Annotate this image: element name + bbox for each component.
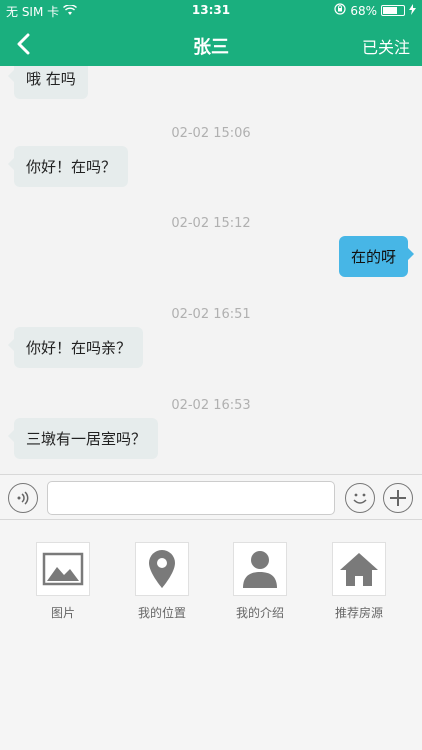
house-icon [340, 553, 378, 586]
battery-icon [381, 5, 405, 16]
action-panel: 图片 我的位置 我的介绍 推荐房源 [0, 520, 422, 750]
voice-icon [17, 491, 29, 505]
message-incoming[interactable]: 三墩有一居室吗？ [7, 418, 159, 459]
action-location[interactable]: 我的位置 [134, 542, 190, 621]
message-outgoing[interactable]: 在的呀 [338, 236, 415, 277]
message-incoming[interactable]: 你好！在吗亲？ [7, 327, 144, 368]
action-label: 推荐房源 [334, 606, 383, 620]
voice-button[interactable] [8, 483, 38, 513]
status-bar: 无 SIM 卡 13:31 68% [0, 0, 422, 22]
message-incoming[interactable]: 你好！在吗？ [7, 146, 129, 187]
emoji-icon [353, 493, 367, 504]
message-incoming[interactable]: 哦 在吗 [8, 66, 88, 99]
person-icon [243, 551, 277, 588]
nav-bar: 张三 已关注 [0, 22, 422, 66]
action-recommend[interactable]: 推荐房源 [331, 542, 387, 621]
page-title: 张三 [193, 37, 229, 58]
action-tile[interactable] [332, 542, 386, 596]
message-input[interactable] [47, 481, 335, 515]
action-tile[interactable] [233, 542, 287, 596]
action-tile[interactable] [135, 542, 189, 596]
message-timestamp: 02-02 15:12 [171, 216, 251, 231]
status-right: 68% [334, 3, 416, 18]
emoji-button[interactable] [345, 483, 375, 513]
action-label: 图片 [50, 606, 75, 620]
more-button[interactable] [383, 483, 413, 513]
message-timestamp: 02-02 15:06 [171, 126, 251, 141]
input-bar [0, 474, 422, 520]
battery-percent: 68% [350, 3, 377, 18]
follow-button[interactable]: 已关注 [362, 34, 410, 58]
message-timestamp: 02-02 16:53 [171, 398, 251, 413]
charging-icon [409, 3, 416, 18]
action-label: 我的介绍 [235, 606, 284, 620]
chat-area[interactable]: 哦 在吗 02-02 15:06 你好！在吗？ 02-02 15:12 在的呀 … [0, 66, 422, 474]
action-tile[interactable] [36, 542, 90, 596]
message-timestamp: 02-02 16:51 [171, 307, 251, 322]
orientation-lock-icon [334, 3, 346, 18]
battery-fill [383, 7, 397, 14]
image-icon [42, 552, 84, 586]
action-image[interactable]: 图片 [35, 542, 91, 621]
location-pin-icon [149, 550, 175, 588]
action-label: 我的位置 [137, 606, 186, 620]
plus-icon [390, 490, 406, 506]
action-intro[interactable]: 我的介绍 [232, 542, 288, 621]
